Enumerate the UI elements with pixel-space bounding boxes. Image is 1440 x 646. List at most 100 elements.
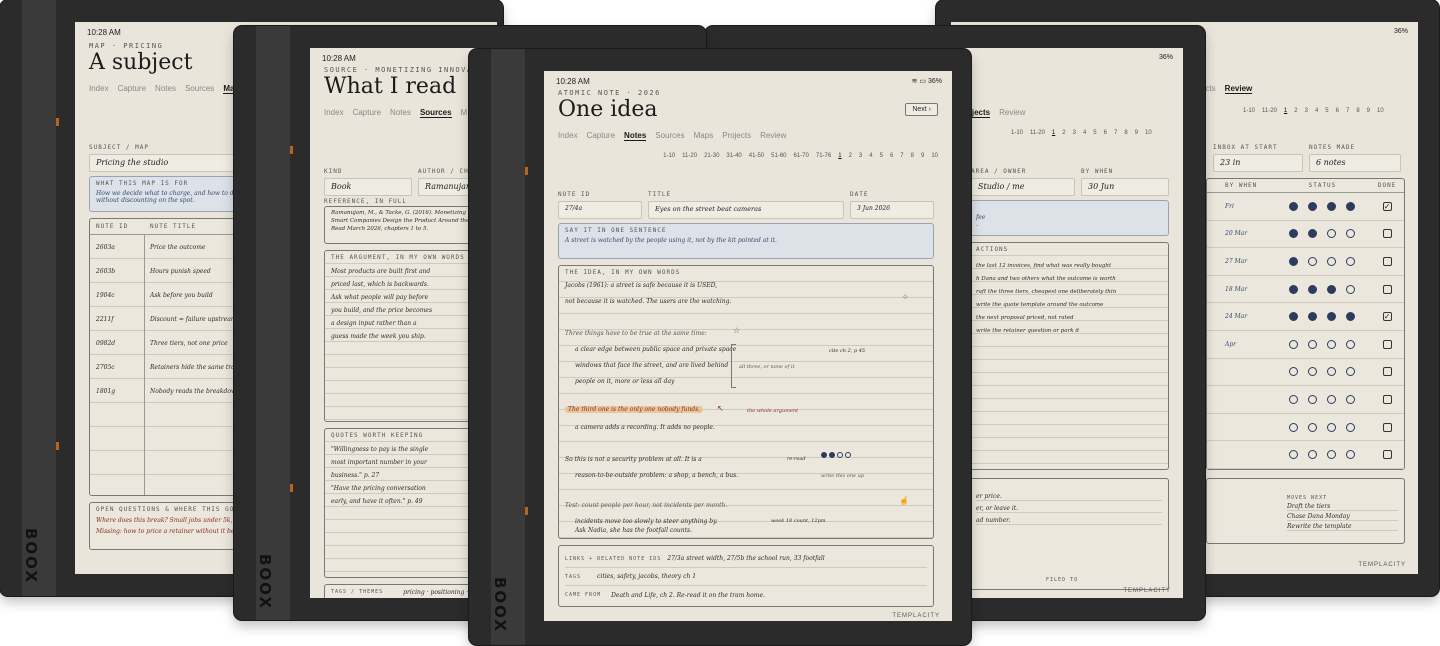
table-row[interactable] [1207, 441, 1404, 469]
checkbox[interactable] [1382, 450, 1392, 460]
dot-empty[interactable] [1289, 422, 1299, 432]
dot-filled[interactable] [1308, 229, 1318, 239]
actions-box[interactable]: ACTIONS the last 12 invoices, find what … [969, 242, 1169, 470]
date-field[interactable]: 3 Jun 2026 [850, 201, 934, 219]
page-link[interactable]: 7 [1114, 130, 1117, 136]
page-group-link[interactable]: 21-30 [704, 153, 719, 159]
page-link[interactable]: 8 [1124, 130, 1127, 136]
page-link[interactable]: 9 [1135, 130, 1138, 136]
dot-empty[interactable] [1327, 339, 1337, 349]
page-group-link[interactable]: 1-10 [1011, 130, 1023, 136]
dot-filled[interactable] [1289, 256, 1299, 266]
action-item[interactable]: write the quote template around the outc… [976, 299, 1162, 312]
dot-filled[interactable] [1308, 284, 1318, 294]
checkbox[interactable] [1382, 229, 1392, 239]
page-link[interactable]: 10 [1145, 130, 1152, 136]
dot-empty[interactable] [1289, 367, 1299, 377]
table-row[interactable]: Apr [1207, 331, 1404, 359]
tab-projects[interactable]: Projects [722, 131, 751, 141]
action-item[interactable]: raft the three tiers, cheapest one delib… [976, 286, 1162, 299]
tab-index[interactable]: Index [558, 131, 578, 141]
checkbox[interactable] [1382, 394, 1392, 404]
dot-empty[interactable] [1308, 367, 1318, 377]
dot-empty[interactable] [1308, 339, 1318, 349]
tab-sources[interactable]: Sources [419, 108, 452, 118]
table-row[interactable]: 20 Mar [1207, 221, 1404, 249]
moves-next-box[interactable]: MOVES NEXT Draft the tiers Chase Dana Mo… [1206, 478, 1405, 544]
dot-empty[interactable] [1346, 339, 1356, 349]
action-item[interactable]: the last 12 invoices, find what was real… [976, 260, 1162, 273]
dot-filled[interactable] [829, 452, 835, 458]
dot-filled[interactable] [1346, 201, 1356, 211]
dot-empty[interactable] [837, 452, 843, 458]
links-box[interactable]: LINKS + RELATED NOTE IDS 27/3a street wi… [558, 545, 934, 607]
dot-filled[interactable] [1289, 229, 1299, 239]
tab-review[interactable]: Review [999, 108, 1025, 118]
page-link[interactable]: 2 [1062, 130, 1065, 136]
page-link[interactable]: 7 [900, 153, 903, 159]
one-sentence-box[interactable]: SAY IT IN ONE SENTENCE A street is watch… [558, 223, 934, 259]
checkbox[interactable] [1382, 256, 1392, 266]
dot-filled[interactable] [1289, 284, 1299, 294]
dot-empty[interactable] [1346, 394, 1356, 404]
by-when-field[interactable]: 30 Jun [1081, 178, 1169, 196]
dot-filled[interactable] [1308, 201, 1318, 211]
page-link[interactable]: 3 [1073, 130, 1076, 136]
page-link[interactable]: 7 [1346, 108, 1349, 114]
table-row[interactable]: 24 Mar ✓ [1207, 303, 1404, 331]
checkbox-checked[interactable]: ✓ [1382, 201, 1392, 211]
page-link[interactable]: 1 [1052, 130, 1055, 136]
dot-empty[interactable] [1327, 422, 1337, 432]
title-field[interactable]: Eyes on the street beat cameras [648, 201, 844, 219]
tab-notes[interactable]: Notes [624, 131, 647, 141]
checkbox[interactable] [1382, 367, 1392, 377]
checkbox[interactable] [1382, 284, 1392, 294]
page-link[interactable]: 2 [1294, 108, 1297, 114]
tab-capture[interactable]: Capture [353, 108, 381, 118]
dot-empty[interactable] [1289, 450, 1299, 460]
page-link[interactable]: 4 [1315, 108, 1318, 114]
quotes-box[interactable]: QUOTES WORTH KEEPING "Willingness to pay… [324, 428, 484, 578]
table-row[interactable]: 18 Mar [1207, 276, 1404, 304]
checkbox[interactable] [1382, 422, 1392, 432]
page-group-link[interactable]: 1-10 [1243, 108, 1255, 114]
idea-box[interactable]: THE IDEA, IN MY OWN WORDS Jacobs (1961):… [558, 265, 934, 539]
tab-sources[interactable]: Sources [655, 131, 684, 141]
action-item[interactable]: h Dana and two others what the outcome i… [976, 273, 1162, 286]
dot-empty[interactable] [1346, 450, 1356, 460]
page-link[interactable]: 6 [1336, 108, 1339, 114]
page-link[interactable]: 10 [1377, 108, 1384, 114]
dot-filled[interactable] [1289, 312, 1299, 322]
page-link[interactable]: 9 [921, 153, 924, 159]
page-link[interactable]: 10 [931, 153, 938, 159]
dot-empty[interactable] [1346, 229, 1356, 239]
page-link[interactable]: 3 [859, 153, 862, 159]
dot-empty[interactable] [1327, 256, 1337, 266]
dot-empty[interactable] [1308, 394, 1318, 404]
tab-maps[interactable]: Maps [694, 131, 714, 141]
area-field[interactable]: Studio / me [971, 178, 1075, 196]
action-item[interactable]: write the retainer question or park it [976, 325, 1162, 338]
page-group-link[interactable]: 51-60 [771, 153, 786, 159]
page-link[interactable]: 8 [911, 153, 914, 159]
dot-empty[interactable] [1346, 422, 1356, 432]
dot-empty[interactable] [1327, 367, 1337, 377]
page-link[interactable]: 1 [1284, 108, 1287, 114]
argument-box[interactable]: THE ARGUMENT, IN MY OWN WORDS Most produ… [324, 250, 484, 422]
table-row[interactable]: 27 Mar [1207, 248, 1404, 276]
dot-empty[interactable] [1327, 450, 1337, 460]
dot-empty[interactable] [1327, 394, 1337, 404]
dot-filled[interactable] [821, 452, 827, 458]
checkbox[interactable] [1382, 339, 1392, 349]
page-link[interactable]: 5 [1093, 130, 1096, 136]
page-link[interactable]: 2 [849, 153, 852, 159]
tab-capture[interactable]: Capture [118, 84, 146, 94]
note-id-field[interactable]: 27/4a [558, 201, 642, 219]
dot-filled[interactable] [1327, 312, 1337, 322]
tab-sources[interactable]: Sources [185, 84, 214, 94]
page-group-link[interactable]: 41-50 [749, 153, 764, 159]
dot-empty[interactable] [1289, 394, 1299, 404]
table-row[interactable] [1207, 414, 1404, 442]
goal-box[interactable]: fee . [969, 200, 1169, 236]
project-notes-box[interactable]: er price. er, or leave it. ad number. FI… [969, 478, 1169, 590]
